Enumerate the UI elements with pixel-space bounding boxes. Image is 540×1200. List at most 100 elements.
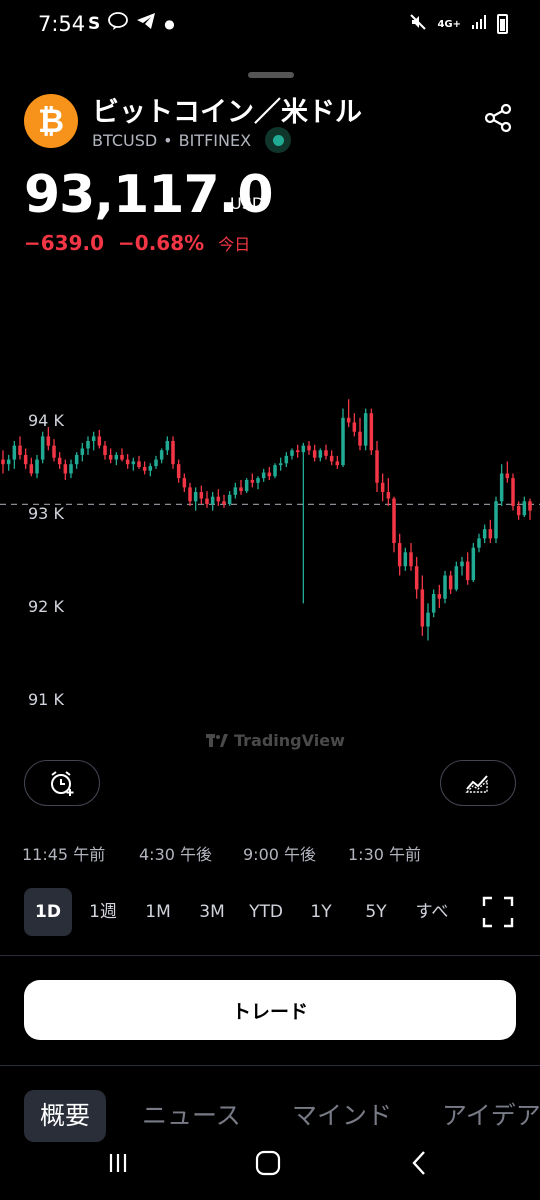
candle <box>57 452 62 469</box>
dot-icon: ● <box>164 16 175 31</box>
indicator-chart-icon <box>465 775 488 793</box>
candle <box>414 556 419 599</box>
candle <box>437 584 442 608</box>
candle <box>182 473 187 493</box>
symbol-subtitle: BTCUSD • BITFINEX <box>92 127 292 153</box>
fullscreen-icon[interactable] <box>482 896 514 928</box>
price-change-row: −639.0 −0.68% 今日 <box>24 231 250 255</box>
bitcoin-logo-icon: ₿ <box>24 94 78 148</box>
range-all[interactable]: すべ <box>410 888 454 936</box>
candle <box>352 413 357 437</box>
symbol-title: ビットコイン／米ドル <box>92 97 362 128</box>
candle <box>103 441 107 460</box>
mute-icon <box>409 13 427 35</box>
candle <box>131 457 136 471</box>
candle <box>108 448 113 464</box>
range-1w[interactable]: 1週 <box>82 888 124 936</box>
candle <box>210 492 215 511</box>
market-open-indicator[interactable] <box>265 127 292 153</box>
candle <box>443 570 447 604</box>
candle <box>448 570 453 595</box>
candle <box>239 479 243 495</box>
x-tick: 4:30 午後 <box>139 845 213 864</box>
candle <box>40 431 45 464</box>
candle <box>52 439 56 462</box>
range-1y[interactable]: 1Y <box>302 888 340 936</box>
y-tick: 94 K <box>28 411 64 431</box>
candle <box>312 444 317 462</box>
range-ytd[interactable]: YTD <box>244 888 288 936</box>
candle <box>80 442 85 462</box>
y-tick: 91 K <box>28 689 64 709</box>
divider <box>0 955 540 956</box>
candle <box>329 450 334 466</box>
candle <box>125 454 130 469</box>
sheet-drag-handle[interactable] <box>248 72 294 78</box>
candle <box>120 448 124 462</box>
recent-apps-icon[interactable] <box>96 1140 140 1185</box>
signal-icon <box>471 14 487 34</box>
candle <box>205 491 209 508</box>
candle <box>392 496 396 553</box>
status-bar: 7:54 S ● 4G+ <box>0 0 540 50</box>
candle <box>114 452 119 466</box>
home-icon[interactable] <box>246 1140 290 1185</box>
candlestick-chart[interactable] <box>0 390 540 710</box>
candle <box>165 436 170 455</box>
tab-sentiment[interactable]: マインド <box>292 1090 392 1142</box>
candle <box>46 427 51 451</box>
range-1m[interactable]: 1M <box>138 888 178 936</box>
candle <box>63 459 68 480</box>
candle <box>380 473 385 502</box>
candle <box>454 561 459 592</box>
candle <box>267 466 272 480</box>
tab-ideas[interactable]: アイデア <box>442 1090 540 1142</box>
system-nav-bar <box>0 1140 540 1200</box>
candle <box>137 455 141 469</box>
candle <box>346 399 351 428</box>
add-alert-button[interactable] <box>24 760 100 806</box>
candle <box>12 441 17 469</box>
range-5y[interactable]: 5Y <box>356 888 396 936</box>
symbol-separator: • <box>163 130 173 150</box>
candle <box>256 476 260 490</box>
candle <box>477 533 481 553</box>
candle <box>97 429 102 449</box>
candle <box>148 463 153 477</box>
range-1d[interactable]: 1D <box>24 888 72 936</box>
battery-icon <box>497 14 508 34</box>
symbol-ticker: BTCUSD <box>92 130 158 150</box>
candle <box>494 496 498 544</box>
candle <box>369 408 374 455</box>
x-tick: 1:30 午前 <box>348 845 422 864</box>
candle <box>273 463 277 479</box>
candle <box>233 482 238 499</box>
candle <box>358 417 362 451</box>
candle <box>199 485 204 505</box>
candle <box>505 461 510 483</box>
share-icon[interactable] <box>482 102 514 134</box>
price-change: −639.0 <box>24 231 105 255</box>
tradingview-logo-icon <box>206 733 228 747</box>
candle <box>250 473 255 488</box>
candle <box>460 556 464 576</box>
range-selector: 1D 1週 1M 3M YTD 1Y 5Y すべ <box>24 888 524 936</box>
tradingview-watermark: TradingView <box>206 731 345 750</box>
candle <box>420 575 425 636</box>
candle <box>426 603 430 641</box>
range-3m[interactable]: 3M <box>192 888 232 936</box>
back-icon[interactable] <box>398 1140 442 1185</box>
candle <box>244 478 249 493</box>
candle <box>482 524 487 544</box>
candle <box>188 482 192 506</box>
exchange-name: BITFINEX <box>178 130 252 150</box>
candle <box>74 452 79 469</box>
candle <box>499 464 504 506</box>
tab-overview[interactable]: 概要 <box>24 1090 107 1142</box>
candle <box>301 442 306 604</box>
indicators-button[interactable] <box>440 760 516 806</box>
candle <box>324 444 328 460</box>
trade-button[interactable]: トレード <box>24 980 516 1040</box>
tab-news[interactable]: ニュース <box>142 1090 241 1142</box>
candle <box>159 448 164 464</box>
